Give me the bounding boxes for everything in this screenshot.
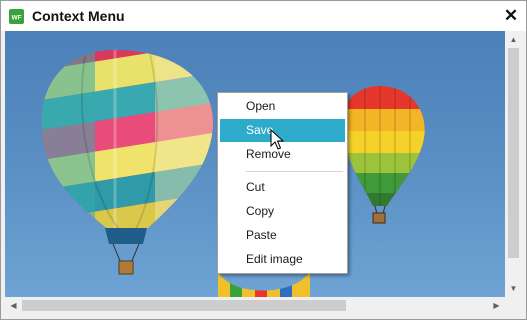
menu-separator bbox=[246, 171, 343, 172]
window-title: Context Menu bbox=[32, 8, 125, 24]
horizontal-scroll-thumb[interactable] bbox=[22, 300, 346, 311]
title-bar: WF Context Menu ✕ bbox=[1, 1, 526, 31]
context-menu-window: WF Context Menu ✕ ▲ ▼ ◀ ▶ Open Save Remo… bbox=[0, 0, 527, 320]
vertical-scroll-thumb[interactable] bbox=[508, 48, 519, 258]
close-button[interactable]: ✕ bbox=[500, 5, 522, 27]
left-balloon-basket bbox=[118, 260, 134, 275]
left-balloon-envelope bbox=[41, 50, 214, 231]
context-menu: Open Save Remove Cut Copy Paste Edit ima… bbox=[217, 92, 348, 274]
right-balloon-basket bbox=[372, 212, 386, 224]
scroll-right-icon[interactable]: ▶ bbox=[488, 297, 505, 314]
scroll-down-icon[interactable]: ▼ bbox=[505, 280, 522, 297]
scroll-up-icon[interactable]: ▲ bbox=[505, 31, 522, 48]
horizontal-scrollbar[interactable]: ◀ ▶ bbox=[5, 297, 505, 314]
menu-item-remove[interactable]: Remove bbox=[220, 143, 345, 166]
menu-item-open[interactable]: Open bbox=[220, 95, 345, 118]
right-balloon-envelope bbox=[341, 86, 425, 206]
menu-item-save[interactable]: Save bbox=[220, 119, 345, 142]
left-balloon-skirt bbox=[105, 228, 147, 244]
menu-item-edit-image[interactable]: Edit image bbox=[220, 248, 345, 271]
scrollbar-corner bbox=[505, 297, 522, 314]
app-icon-label: WF bbox=[11, 15, 21, 22]
menu-item-cut[interactable]: Cut bbox=[220, 176, 345, 199]
vertical-scrollbar[interactable]: ▲ ▼ bbox=[505, 31, 522, 297]
scroll-left-icon[interactable]: ◀ bbox=[5, 297, 22, 314]
menu-item-copy[interactable]: Copy bbox=[220, 200, 345, 223]
close-icon: ✕ bbox=[503, 6, 519, 25]
winforms-app-icon: WF bbox=[9, 9, 24, 24]
menu-item-paste[interactable]: Paste bbox=[220, 224, 345, 247]
